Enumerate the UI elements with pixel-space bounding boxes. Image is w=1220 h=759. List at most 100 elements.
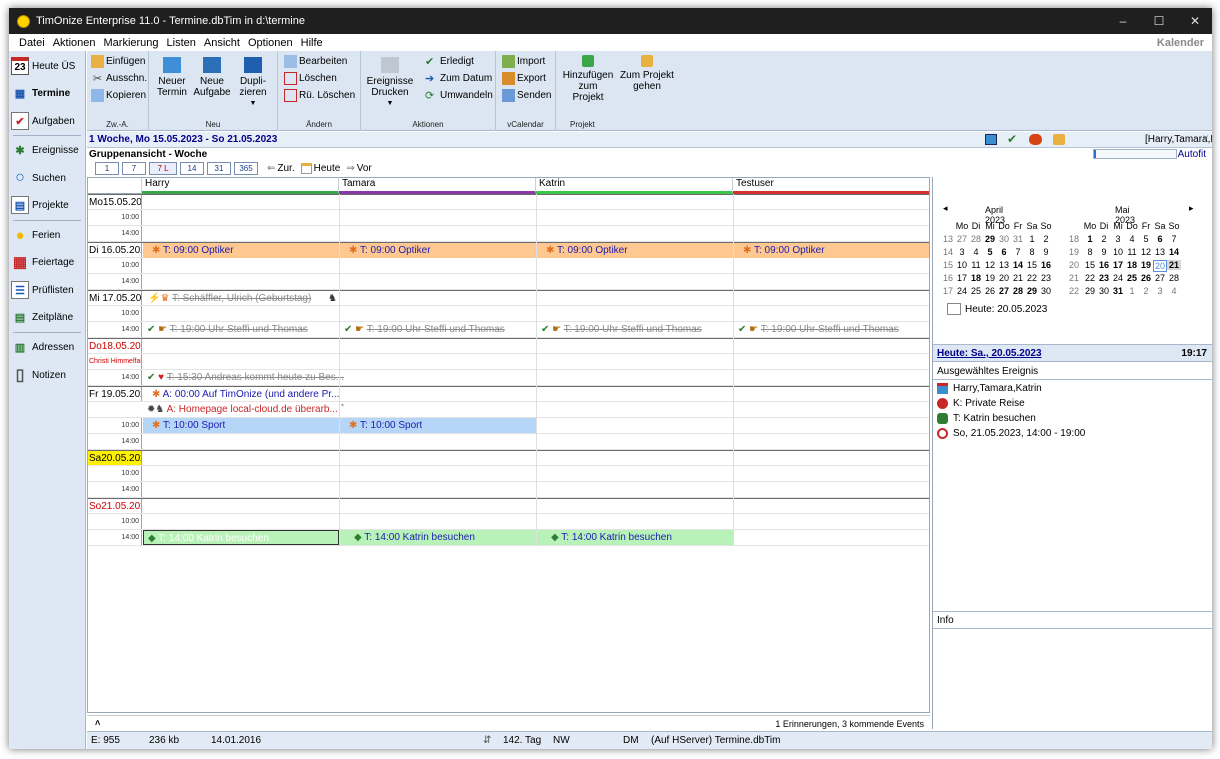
calendar-day[interactable]: 27 [1153,273,1167,283]
view-1-day-button[interactable]: 1 [95,162,119,175]
calendar-day[interactable]: 12 [983,260,997,270]
event-optiker-harry[interactable]: ✱ T: 09:00 Optiker [148,243,234,258]
done-button[interactable]: ✔ Erledigt [425,55,474,68]
week-number[interactable]: 22 [1067,286,1081,296]
calendar-day[interactable]: 22 [1083,273,1097,283]
column-header-harry[interactable]: Harry [142,178,339,194]
sidebar-item-suchen[interactable]: ○ Suchen [11,169,85,187]
calendar-day[interactable]: 25 [1125,273,1139,283]
view-31-day-button[interactable]: 31 [207,162,231,175]
weekday-header[interactable]: Di [1097,221,1111,231]
weekday-header[interactable]: Fr [1011,221,1025,231]
calendar-day[interactable]: 27 [997,286,1011,296]
weekday-header[interactable]: Mo [955,221,969,231]
calendar-day[interactable]: 17 [955,273,969,283]
calendar-day[interactable]: 24 [1111,273,1125,283]
event-optiker-testuser[interactable]: ✱ T: 09:00 Optiker [739,243,825,258]
calendar-day[interactable]: 15 [1025,260,1039,270]
weekday-header[interactable]: Di [969,221,983,231]
calendar-day[interactable]: 26 [1139,273,1153,283]
calendar-day[interactable]: 10 [955,260,969,270]
calendar-day[interactable]: 28 [1167,273,1181,283]
calendar-day[interactable]: 11 [969,260,983,270]
calendar-day[interactable]: 1 [1083,234,1097,244]
add-to-project-button[interactable]: Hinzufügen zum Projekt [560,55,616,103]
event-optiker-tamara[interactable]: ✱ T: 09:00 Optiker [345,243,431,258]
calendar-day[interactable]: 30 [1039,286,1053,296]
calendar-day[interactable]: 11 [1125,247,1139,257]
calendar-day[interactable]: 30 [997,234,1011,244]
calendar-day[interactable]: 24 [955,286,969,296]
calendar-day[interactable]: 9 [1097,247,1111,257]
minimize-button[interactable]: – [1105,8,1141,34]
week-number[interactable]: 14 [941,247,955,257]
calendar-day[interactable]: 29 [1083,286,1097,296]
calendar-day[interactable]: 6 [1153,234,1167,244]
next-month-icon[interactable]: ▸ [1189,203,1194,214]
calendar-day[interactable]: 2 [1139,286,1153,296]
event-katrin-harry[interactable]: ◆ T: 14:00 Katrin besuchen [143,530,339,545]
menu-optionen[interactable]: Optionen [244,37,297,49]
cut-button[interactable]: ✂ Ausschn. [91,72,147,85]
view-365-day-button[interactable]: 365 [234,162,258,175]
calendar-day[interactable]: 2 [1097,234,1111,244]
week-number[interactable]: 20 [1067,260,1081,270]
calendar-day[interactable]: 2 [1039,234,1053,244]
menu-hilfe[interactable]: Hilfe [297,37,327,49]
task-homepage-harry[interactable]: ✹♞ A: Homepage local-cloud.de überarb...… [143,402,344,417]
calendar-day[interactable]: 4 [969,247,983,257]
convert-button[interactable]: ⟳ Umwandeln [425,89,493,102]
sidebar-item-ereignisse[interactable]: ✱ Ereignisse [11,141,85,159]
weekday-header[interactable]: Do [997,221,1011,231]
column-header-tamara[interactable]: Tamara [339,178,536,194]
goto-date-button[interactable]: ➔ Zum Datum [425,72,492,85]
back-button[interactable]: ⇐ Zur. [267,163,295,174]
sidebar-item-termine[interactable]: ▦ Termine [11,84,85,102]
calendar-day[interactable]: 26 [983,286,997,296]
column-header-testuser[interactable]: Testuser [733,178,929,194]
calendar-day[interactable]: 3 [955,247,969,257]
edit-button[interactable]: Bearbeiten [284,55,347,68]
event-steffi-tamara[interactable]: ✔ ☛ T: 19:00 Uhr Steffi und Thomas [340,322,505,337]
calendar-day[interactable]: 14 [1167,247,1181,257]
delete-button[interactable]: Löschen [284,72,337,85]
weekday-header[interactable]: Mi [983,221,997,231]
week-number[interactable]: 13 [941,234,955,244]
sidebar-item-pruflisten[interactable]: ☰ Prüflisten [11,281,85,299]
calendar-day[interactable]: 23 [1097,273,1111,283]
send-button[interactable]: Senden [502,89,551,102]
undo-delete-button[interactable]: Rü. Löschen [284,89,355,102]
weekday-header[interactable]: Sa [1153,221,1167,231]
weekday-header[interactable]: Mo [1083,221,1097,231]
sidebar-item-aufgaben[interactable]: ✔ Aufgaben [11,112,85,130]
calendar-day[interactable]: 20 [997,273,1011,283]
week-number[interactable]: 16 [941,273,955,283]
forward-button[interactable]: ⇒ Vor [346,163,371,174]
calendar-day[interactable]: 28 [969,234,983,244]
view-7-day-button[interactable]: 7 [122,162,146,175]
export-button[interactable]: Export [502,72,546,85]
event-steffi-katrin[interactable]: ✔ ☛ T: 19:00 Uhr Steffi und Thomas [537,322,702,337]
event-andreas-harry[interactable]: ✔ ♥ T: 15:30 Andreas kommt heute zu Bes.… [143,370,344,385]
calendar-day[interactable]: 31 [1011,234,1025,244]
weekday-header[interactable]: Mi [1111,221,1125,231]
check-filter-icon[interactable]: ✔ [1007,132,1017,146]
calendar-day[interactable]: 3 [1111,234,1125,244]
calendar-day[interactable]: 3 [1153,286,1167,296]
weekday-header[interactable]: Do [1125,221,1139,231]
sidebar-item-adressen[interactable]: ▥ Adressen [11,338,85,356]
week-number[interactable]: 19 [1067,247,1081,257]
menu-aktionen[interactable]: Aktionen [49,37,100,49]
calendar-day[interactable]: 10 [1111,247,1125,257]
sidebar-item-feiertage[interactable]: ▦ Feiertage [11,253,85,271]
users-icon[interactable] [1029,134,1042,145]
autofit-button[interactable]: Autofit [1178,149,1206,160]
paste-button[interactable]: Einfügen [91,55,145,68]
week-number[interactable]: 15 [941,260,955,270]
event-katrin-tamara[interactable]: ◆ T: 14:00 Katrin besuchen [350,530,475,545]
sidebar-item-ferien[interactable]: ● Ferien [11,226,85,244]
calendar-day[interactable]: 30 [1097,286,1111,296]
sidebar-item-heute[interactable]: 23 Heute ÜS [11,57,85,75]
calendar-day[interactable]: 13 [997,260,1011,270]
calendar-day[interactable]: 17 [1111,260,1125,270]
